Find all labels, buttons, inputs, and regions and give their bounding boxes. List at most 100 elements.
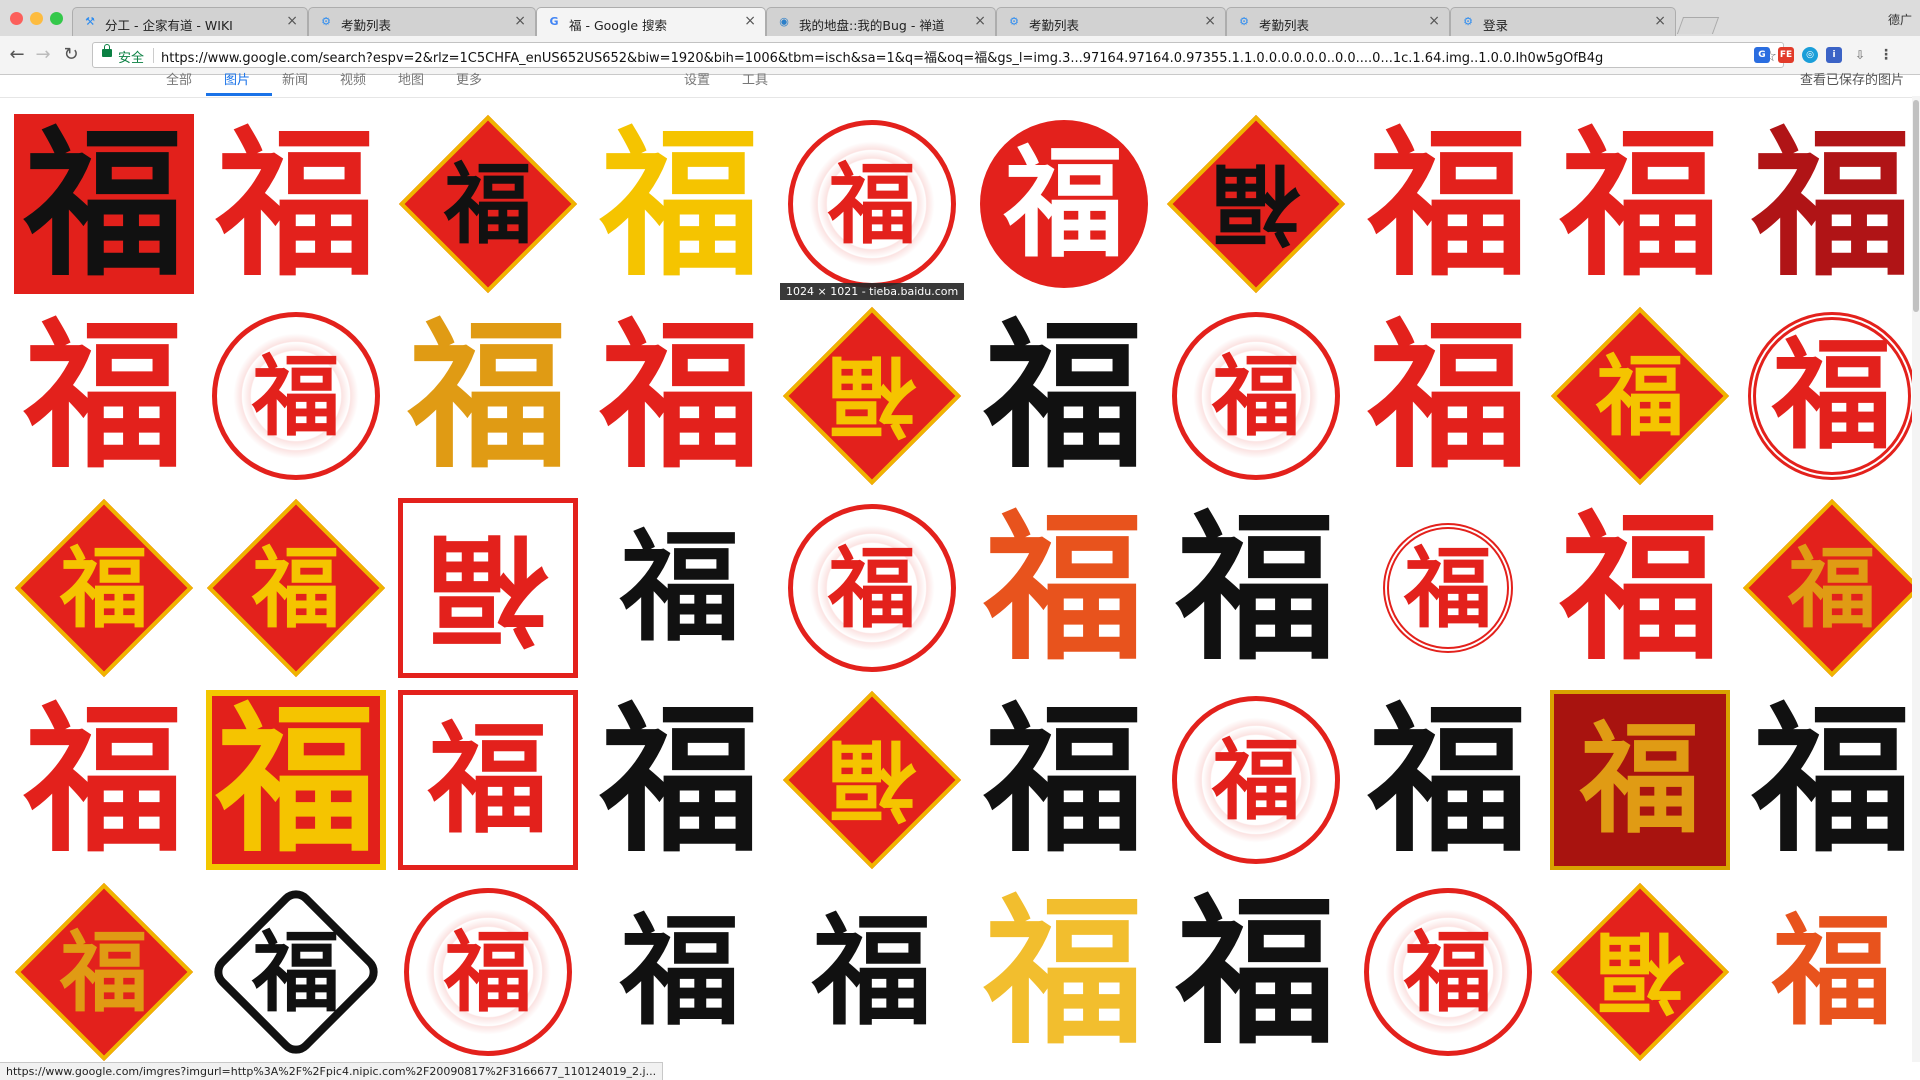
extension-icon[interactable]: FE bbox=[1778, 47, 1794, 63]
image-result[interactable]: 福 bbox=[974, 498, 1154, 678]
fu-glyph: 福 bbox=[428, 709, 548, 850]
tab-close-icon[interactable]: × bbox=[286, 13, 298, 29]
image-result[interactable]: 福 bbox=[14, 498, 194, 678]
fu-glyph: 福 bbox=[1175, 498, 1336, 678]
maximize-window-button[interactable] bbox=[50, 12, 63, 25]
fu-glyph: 福 bbox=[1211, 344, 1300, 448]
image-result[interactable]: 福 bbox=[974, 306, 1154, 486]
address-bar[interactable]: 安全 https://www.google.com/search?espv=2&… bbox=[92, 42, 1784, 68]
tab-close-icon[interactable]: × bbox=[744, 13, 756, 29]
image-result[interactable]: 福 bbox=[782, 690, 962, 870]
secure-label: 安全 bbox=[118, 51, 145, 66]
extension-icon[interactable]: G bbox=[1754, 47, 1770, 63]
url-text[interactable]: https://www.google.com/search?espv=2&rlz… bbox=[161, 47, 1701, 66]
google-nav: 全部 图片 新闻 视频 地图 更多 设置 工具 查看已保存的图片 bbox=[0, 73, 1920, 98]
image-result[interactable]: 福 bbox=[1550, 114, 1730, 294]
image-result[interactable]: 福 bbox=[782, 306, 962, 486]
profile-button[interactable]: 德广 bbox=[1888, 11, 1912, 28]
nav-tools[interactable]: 工具 bbox=[742, 69, 768, 88]
fu-glyph: 福 bbox=[215, 690, 376, 870]
image-result[interactable]: 福 bbox=[1742, 498, 1920, 678]
tab[interactable]: ⚙ 考勤列表 × bbox=[996, 7, 1226, 36]
nav-images[interactable]: 图片 bbox=[224, 69, 250, 88]
image-result[interactable]: 福 bbox=[1166, 498, 1346, 678]
image-result[interactable]: 福 bbox=[206, 690, 386, 870]
image-result[interactable]: 福 bbox=[590, 114, 770, 294]
image-result[interactable]: 福 bbox=[590, 498, 770, 678]
tab-close-icon[interactable]: × bbox=[974, 13, 986, 29]
nav-settings[interactable]: 设置 bbox=[684, 69, 710, 88]
image-result[interactable]: 福 bbox=[206, 882, 386, 1062]
new-tab-button[interactable] bbox=[1676, 17, 1720, 34]
image-result[interactable]: 福 bbox=[1550, 882, 1730, 1062]
nav-videos[interactable]: 视频 bbox=[340, 69, 366, 88]
image-result[interactable]: 福 bbox=[14, 114, 194, 294]
minimize-window-button[interactable] bbox=[30, 12, 43, 25]
image-result[interactable]: 福 bbox=[398, 114, 578, 294]
image-result[interactable]: 福 bbox=[974, 882, 1154, 1062]
forward-button[interactable]: → bbox=[32, 44, 54, 66]
download-icon[interactable]: ⇩ bbox=[1852, 47, 1868, 63]
image-result[interactable]: 福 bbox=[974, 114, 1154, 294]
image-result[interactable]: 福 bbox=[398, 306, 578, 486]
tab[interactable]: ⚙ 考勤列表 × bbox=[1226, 7, 1450, 36]
image-result[interactable]: 福 bbox=[398, 690, 578, 870]
image-result[interactable]: 福 bbox=[1358, 498, 1538, 678]
image-result[interactable]: 福 bbox=[206, 114, 386, 294]
menu-icon[interactable]: ⋮ bbox=[1878, 47, 1894, 63]
image-result[interactable]: 福 bbox=[206, 498, 386, 678]
image-result[interactable]: 福 bbox=[1166, 690, 1346, 870]
image-result[interactable]: 福 bbox=[398, 882, 578, 1062]
extension-icon[interactable]: i bbox=[1826, 47, 1842, 63]
image-result[interactable]: 福 bbox=[14, 882, 194, 1062]
close-window-button[interactable] bbox=[10, 12, 23, 25]
image-result[interactable]: 福 bbox=[1358, 306, 1538, 486]
image-result[interactable]: 福 bbox=[14, 306, 194, 486]
image-result[interactable]: 福 bbox=[590, 882, 770, 1062]
fu-glyph: 福 bbox=[620, 901, 740, 1042]
image-result[interactable]: 福 bbox=[782, 498, 962, 678]
nav-maps[interactable]: 地图 bbox=[398, 69, 424, 88]
image-result[interactable]: 福 bbox=[14, 690, 194, 870]
image-result[interactable]: 福 bbox=[590, 690, 770, 870]
image-result[interactable]: 福 bbox=[206, 306, 386, 486]
image-result[interactable]: 福 bbox=[1742, 306, 1920, 486]
tab[interactable]: G 福 - Google 搜索 × bbox=[536, 7, 766, 37]
image-result[interactable]: 福 bbox=[782, 114, 962, 294]
image-result[interactable]: 福 bbox=[1166, 306, 1346, 486]
saved-images-link[interactable]: 查看已保存的图片 bbox=[1800, 69, 1904, 88]
tab-close-icon[interactable]: × bbox=[1654, 13, 1666, 29]
image-result[interactable]: 福 bbox=[1166, 882, 1346, 1062]
image-result[interactable]: 福 bbox=[974, 690, 1154, 870]
image-result[interactable]: 福 bbox=[1742, 882, 1920, 1062]
tab[interactable]: ⚙ 考勤列表 × bbox=[308, 7, 536, 36]
tab[interactable]: ◉ 我的地盘::我的Bug - 禅道 × bbox=[766, 7, 996, 36]
image-result[interactable]: 福 bbox=[1742, 690, 1920, 870]
image-result[interactable]: 福 bbox=[398, 498, 578, 678]
nav-more[interactable]: 更多 bbox=[456, 69, 482, 88]
nav-news[interactable]: 新闻 bbox=[282, 69, 308, 88]
image-result[interactable]: 福 bbox=[1358, 882, 1538, 1062]
image-result[interactable]: 福 bbox=[590, 306, 770, 486]
scrollbar-thumb[interactable] bbox=[1913, 100, 1919, 312]
fu-glyph: 福 bbox=[1367, 690, 1528, 870]
image-result[interactable]: 福 bbox=[1358, 690, 1538, 870]
tab-close-icon[interactable]: × bbox=[1428, 13, 1440, 29]
image-result[interactable]: 福 bbox=[1166, 114, 1346, 294]
image-result[interactable]: 福 bbox=[1742, 114, 1920, 294]
tab-close-icon[interactable]: × bbox=[514, 13, 526, 29]
image-result[interactable]: 福 bbox=[1358, 114, 1538, 294]
reload-button[interactable]: ↻ bbox=[60, 44, 82, 66]
image-result[interactable]: 福 bbox=[782, 882, 962, 1062]
tab[interactable]: ⚒ 分工 - 企家有道 - WIKI × bbox=[72, 7, 308, 36]
image-result[interactable]: 福 bbox=[1550, 306, 1730, 486]
image-result[interactable]: 福 bbox=[1550, 498, 1730, 678]
tab-close-icon[interactable]: × bbox=[1204, 13, 1216, 29]
fu-glyph: 福 bbox=[59, 536, 148, 640]
back-button[interactable]: ← bbox=[6, 44, 28, 66]
extension-icon[interactable]: ◎ bbox=[1802, 47, 1818, 63]
tab[interactable]: ⚙ 登录 × bbox=[1450, 7, 1676, 36]
image-result[interactable]: 福 bbox=[1550, 690, 1730, 870]
fu-glyph: 福 bbox=[1772, 901, 1892, 1042]
nav-all[interactable]: 全部 bbox=[166, 69, 192, 88]
